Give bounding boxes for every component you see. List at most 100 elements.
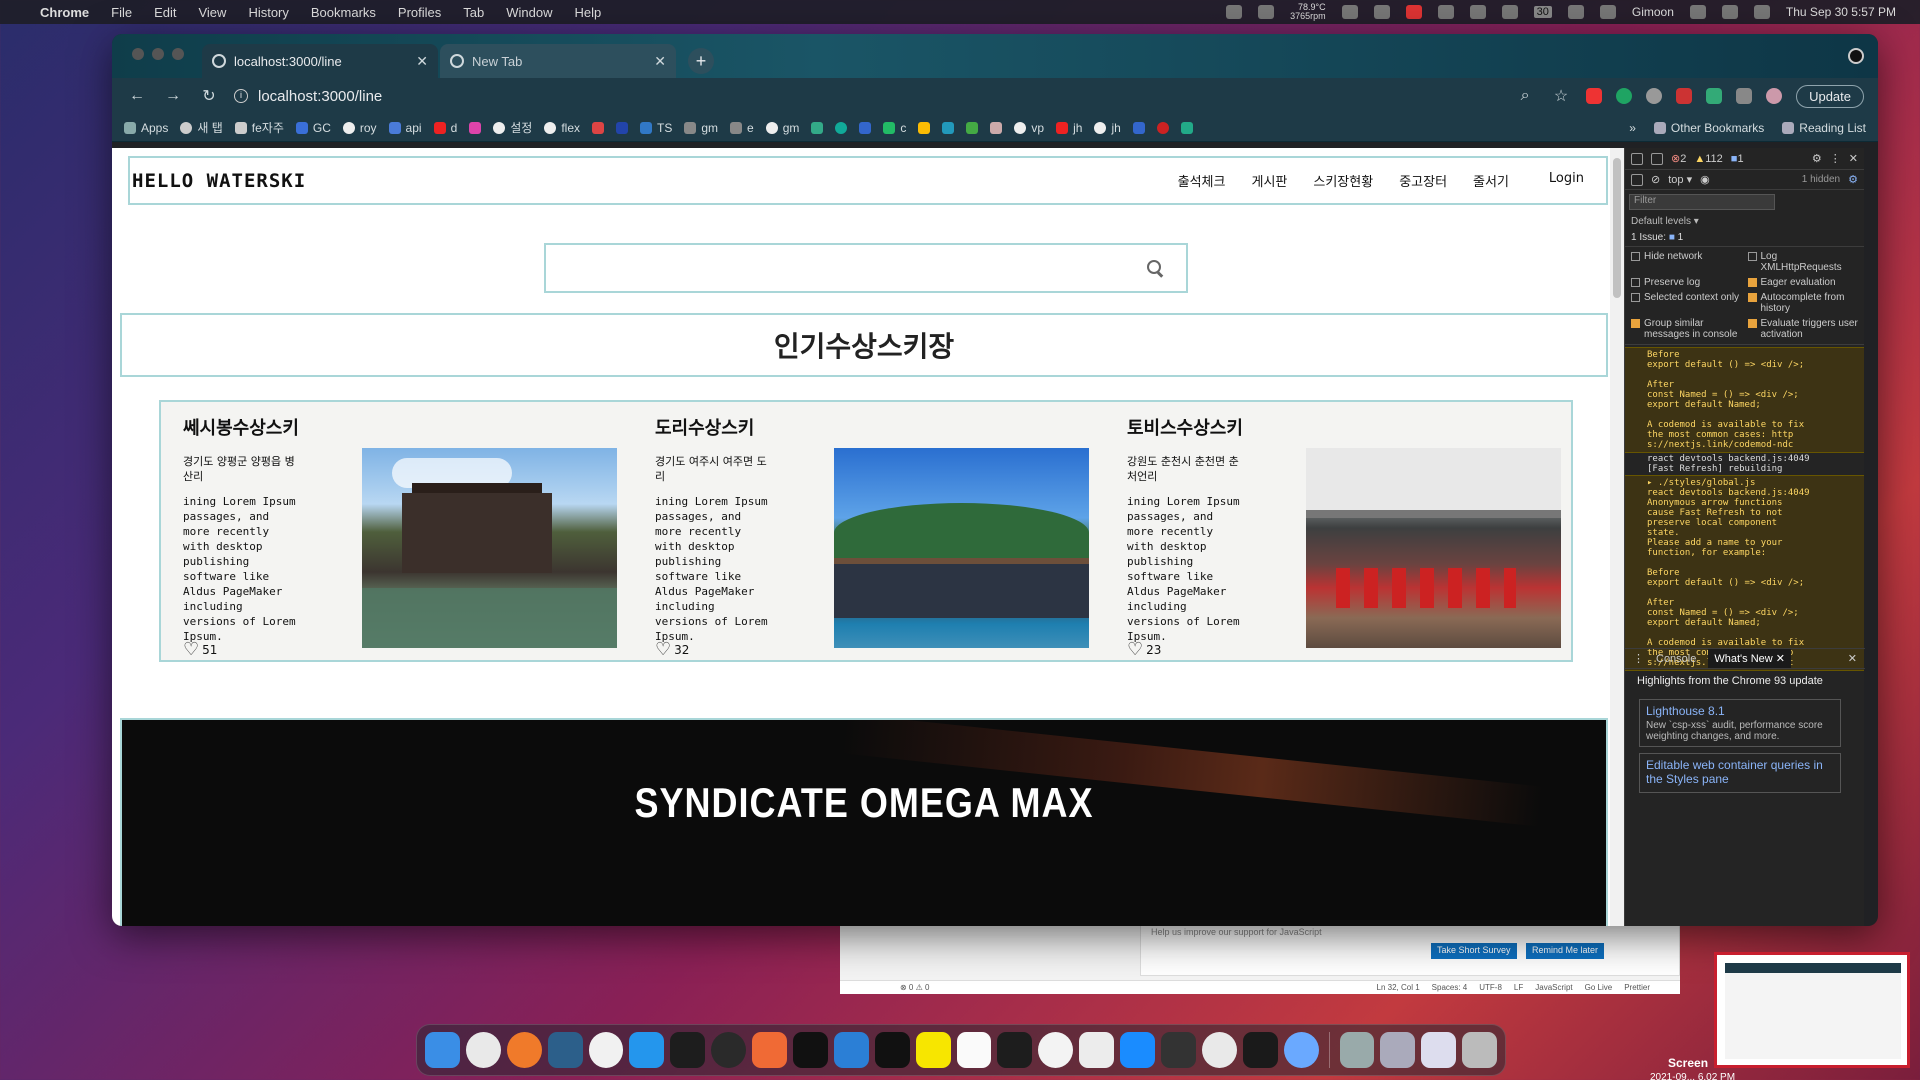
terminal-icon[interactable]	[793, 1032, 828, 1068]
textedit-icon[interactable]	[1079, 1032, 1115, 1068]
activity-monitor-icon[interactable]	[997, 1032, 1033, 1068]
login-link[interactable]: Login	[1549, 171, 1584, 190]
bookmark-item[interactable]: e	[730, 121, 754, 135]
setting-selected-context[interactable]: Selected context only	[1631, 292, 1742, 314]
pages-icon[interactable]	[752, 1032, 788, 1068]
setting-group-similar[interactable]: Group similar messages in console	[1631, 318, 1742, 340]
close-tab-icon[interactable]: ✕	[416, 53, 428, 70]
bookmark-item[interactable]: TS	[640, 121, 672, 135]
warning-badge[interactable]: ▲112	[1694, 153, 1722, 165]
bookmark-item[interactable]: api	[388, 121, 422, 135]
menu-edit[interactable]: Edit	[154, 5, 176, 20]
tray-icon[interactable]	[1373, 5, 1390, 19]
trash-icon[interactable]	[1462, 1032, 1498, 1068]
extension-icon[interactable]	[1616, 88, 1633, 104]
reload-icon[interactable]: ↻	[198, 86, 220, 106]
eol[interactable]: LF	[1514, 983, 1523, 992]
close-drawer-icon[interactable]: ✕	[1848, 652, 1857, 665]
whats-new-card[interactable]: Editable web container queries in the St…	[1639, 753, 1841, 793]
nav-attendance[interactable]: 출석체크	[1178, 171, 1226, 190]
setting-eager-eval[interactable]: Eager evaluation	[1747, 277, 1859, 288]
webstorm-icon[interactable]	[1242, 1032, 1278, 1068]
tray-icon[interactable]	[1258, 5, 1275, 19]
bookmark-item[interactable]: GC	[295, 121, 331, 135]
back-icon[interactable]: ←	[126, 87, 148, 105]
menu-view[interactable]: View	[198, 5, 226, 20]
bookmark-item[interactable]	[1180, 121, 1193, 134]
update-button[interactable]: Update	[1796, 84, 1864, 108]
extension-icon[interactable]	[1706, 88, 1723, 104]
bookmark-star-icon[interactable]: ☆	[1550, 86, 1572, 106]
menu-app-name[interactable]: Chrome	[40, 5, 89, 20]
pycharm-icon[interactable]	[670, 1032, 706, 1068]
resort-photo[interactable]	[362, 448, 617, 648]
log-levels-dropdown[interactable]: Default levels ▾	[1625, 214, 1864, 229]
app-store-icon[interactable]	[1120, 1032, 1156, 1068]
menubar-clock[interactable]: Thu Sep 30 5:57 PM	[1786, 5, 1896, 19]
setting-autocomplete[interactable]: Autocomplete from history	[1747, 292, 1859, 314]
bookmark-item[interactable]	[1132, 121, 1145, 134]
language-mode[interactable]: JavaScript	[1535, 983, 1572, 992]
bookmark-item[interactable]	[592, 121, 605, 134]
setting-hide-network[interactable]: Hide network	[1631, 251, 1742, 273]
battery-number[interactable]: 30	[1533, 6, 1552, 18]
issues-link[interactable]: 1 Issue: ■ 1	[1625, 229, 1864, 247]
resort-name[interactable]: 도리수상스키	[655, 414, 1089, 440]
bookmark-item[interactable]	[616, 121, 629, 134]
vscode-icon[interactable]	[833, 1032, 869, 1068]
chrome-canary-icon[interactable]	[1201, 1032, 1237, 1068]
resort-photo[interactable]	[834, 448, 1089, 648]
info-badge[interactable]: ■1	[1731, 153, 1744, 165]
resort-photo[interactable]	[1306, 448, 1561, 648]
console-filter-input[interactable]: Filter	[1629, 194, 1775, 210]
zoom-window-icon[interactable]	[172, 48, 184, 60]
tray-icon[interactable]	[1469, 5, 1486, 19]
menu-file[interactable]: File	[111, 5, 132, 20]
intellij-icon[interactable]	[874, 1032, 910, 1068]
whats-new-title[interactable]: Editable web container queries in the St…	[1646, 758, 1834, 786]
heart-icon[interactable]: ♡	[1127, 641, 1143, 659]
bookmark-item[interactable]: jh	[1094, 121, 1121, 135]
minimize-window-icon[interactable]	[152, 48, 164, 60]
bookmark-item[interactable]: fe자주	[234, 119, 284, 136]
like-counter[interactable]: ♡ 32	[655, 641, 689, 659]
bookmark-item[interactable]	[811, 121, 824, 134]
menu-help[interactable]: Help	[575, 5, 602, 20]
extension-icon[interactable]	[1646, 88, 1663, 104]
close-tab-icon[interactable]: ✕	[654, 53, 666, 70]
prettier[interactable]: Prettier	[1624, 983, 1650, 992]
menu-profiles[interactable]: Profiles	[398, 5, 441, 20]
spotlight-icon[interactable]	[1689, 5, 1706, 19]
site-info-icon[interactable]: i	[234, 89, 248, 103]
volume-icon[interactable]	[1501, 5, 1518, 19]
activity-icon[interactable]	[711, 1032, 747, 1068]
scrollbar-thumb[interactable]	[1613, 158, 1621, 298]
bookmark-item[interactable]	[966, 121, 979, 134]
promo-banner[interactable]: SYNDICATE OMEGA MAX	[120, 718, 1608, 926]
new-tab-button[interactable]: +	[688, 48, 714, 74]
downloads-folder-icon[interactable]	[1339, 1032, 1375, 1068]
inspect-element-icon[interactable]	[1631, 152, 1643, 165]
close-devtools-icon[interactable]: ✕	[1849, 152, 1858, 165]
bluetooth-icon[interactable]	[1567, 5, 1584, 19]
like-counter[interactable]: ♡ 23	[1127, 641, 1161, 659]
setting-eval-triggers[interactable]: Evaluate triggers user activation	[1747, 318, 1859, 340]
more-options-icon[interactable]: ⋮	[1830, 152, 1841, 165]
device-toolbar-icon[interactable]	[1651, 152, 1663, 165]
notion-icon[interactable]	[956, 1032, 992, 1068]
bookmark-item[interactable]: jh	[1056, 121, 1082, 135]
extensions-puzzle-icon[interactable]	[1736, 88, 1753, 104]
tab-search-icon[interactable]	[1848, 48, 1864, 64]
whats-new-title[interactable]: Lighthouse 8.1	[1646, 704, 1834, 718]
bookmark-item[interactable]: roy	[342, 121, 377, 135]
console-settings-icon[interactable]: ⚙	[1848, 173, 1858, 186]
heart-icon[interactable]: ♡	[183, 641, 199, 659]
settings-gear-icon[interactable]: ⚙	[1812, 152, 1822, 165]
forward-icon[interactable]: →	[162, 87, 184, 105]
search-input[interactable]	[556, 253, 1116, 283]
other-bookmarks[interactable]: Other Bookmarks	[1653, 121, 1764, 135]
bookmark-item[interactable]	[990, 121, 1003, 134]
tab-whats-new[interactable]: What's New ✕	[1708, 649, 1791, 668]
bookmark-item[interactable]	[835, 121, 848, 134]
error-badge[interactable]: ⊗2	[1671, 152, 1686, 165]
